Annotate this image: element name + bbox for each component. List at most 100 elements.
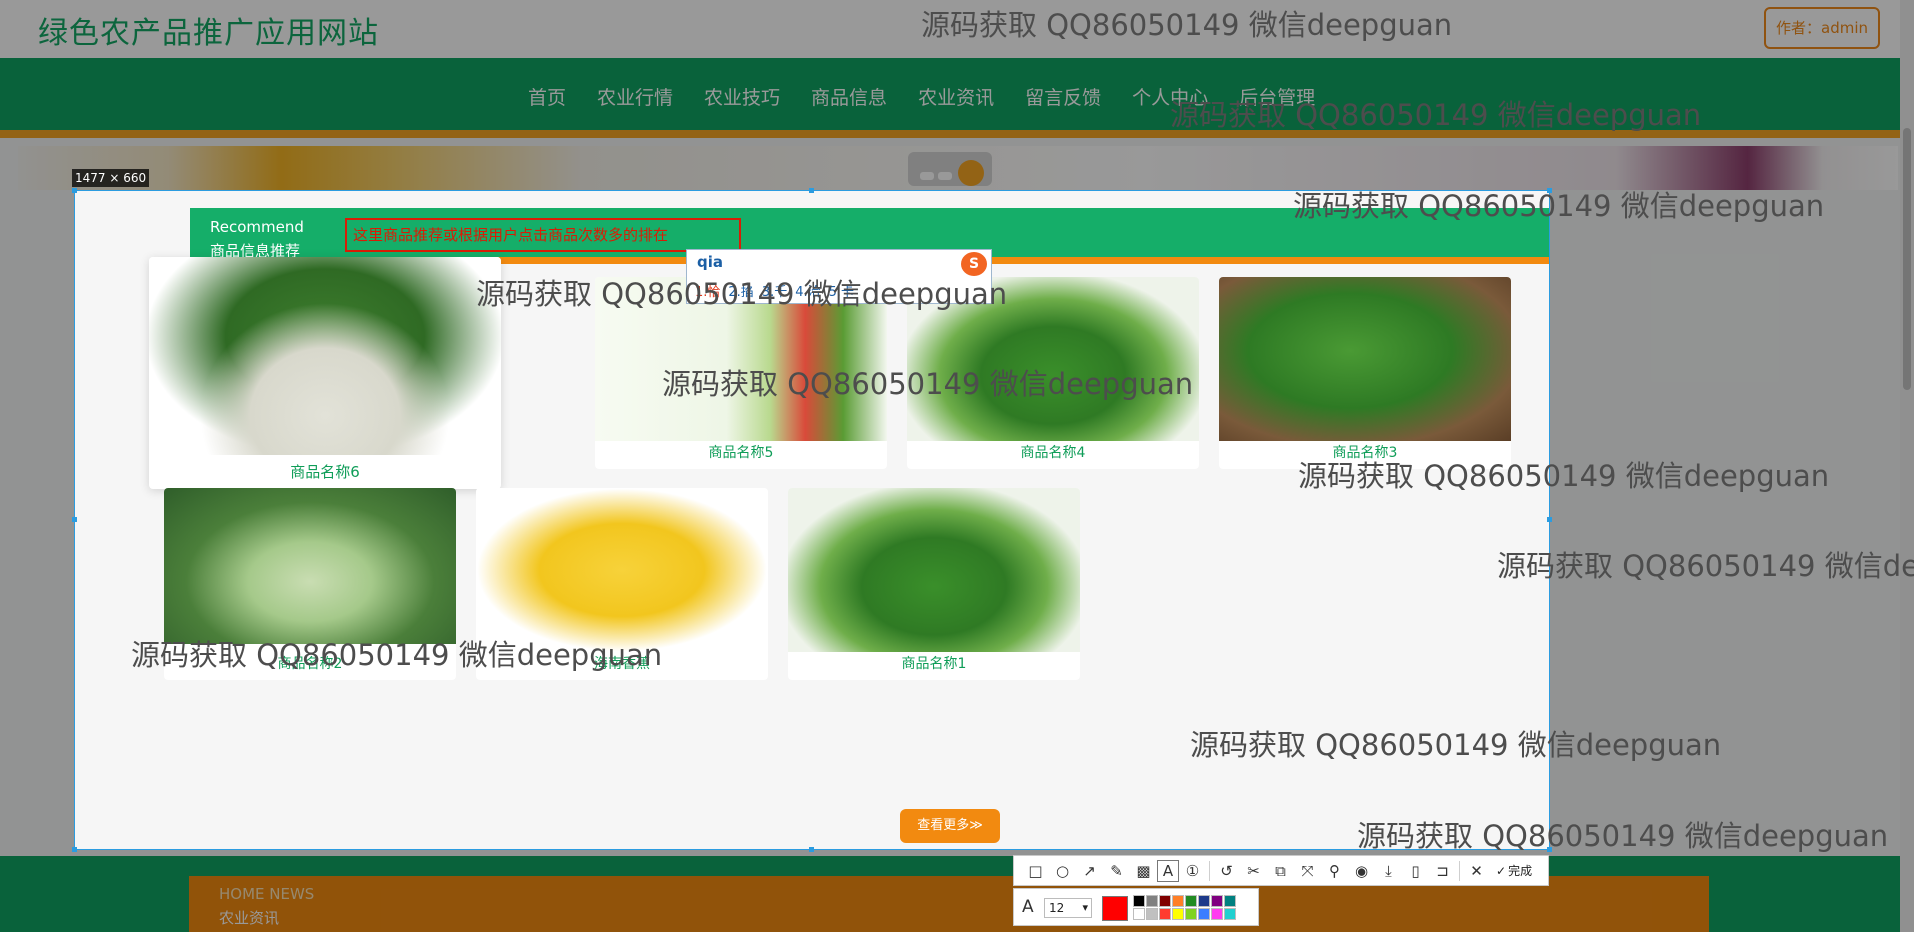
color-swatch[interactable] (1133, 908, 1145, 920)
product-name[interactable]: 海南香蕉 (476, 653, 768, 673)
product-name[interactable]: 商品名称6 (149, 461, 501, 482)
close-icon[interactable]: ✕ (1463, 857, 1490, 884)
product-image (1219, 277, 1511, 441)
annotation-toolbar: □ ○ ↗ ✎ ▩ A ① ↺ ✂ ⧉ ⤧ ⚲ ◉ ⤓ ▯ ⊐ ✕ ✓ 完成 (1013, 855, 1549, 886)
color-swatch[interactable] (1172, 908, 1184, 920)
ime-candidate[interactable]: 2.掐 (728, 281, 753, 300)
resize-handle[interactable] (72, 517, 77, 522)
toolbar-divider (1209, 860, 1210, 881)
nav-item-admin[interactable]: 后台管理 (1239, 83, 1315, 110)
page-scrollbar[interactable] (1900, 0, 1914, 932)
annotation-text-box[interactable]: 这里商品推荐或根据用户点击商品次数多的排在 (345, 218, 741, 252)
capture-size-label: 1477 × 660 (72, 169, 150, 187)
color-swatch[interactable] (1224, 908, 1236, 920)
product-name[interactable]: 商品名称4 (907, 442, 1199, 462)
watermark: 源码获取 QQ86050149 微信deepguan (1497, 549, 1914, 583)
product-image (164, 488, 456, 644)
site-header: 绿色农产品推广应用网站 作者：admin (0, 0, 1914, 58)
done-button[interactable]: ✓ 完成 (1490, 862, 1538, 879)
color-swatch[interactable] (1133, 895, 1145, 907)
pencil-icon[interactable]: ✎ (1103, 857, 1130, 884)
product-card[interactable]: 商品名称2 (164, 488, 456, 680)
phone-icon[interactable]: ▯ (1402, 857, 1429, 884)
banner-dot[interactable] (938, 172, 952, 180)
resize-handle[interactable] (809, 188, 814, 193)
resize-handle[interactable] (1547, 188, 1552, 193)
recommend-title-en: Recommend (210, 218, 304, 236)
translate-icon[interactable]: ⤧ (1294, 857, 1321, 884)
sogou-logo-icon: S (961, 252, 987, 276)
scissors-icon[interactable]: ✂ (1240, 857, 1267, 884)
rectangle-icon[interactable]: □ (1022, 857, 1049, 884)
nav-item-profile[interactable]: 个人中心 (1132, 83, 1208, 110)
color-swatch[interactable] (1159, 908, 1171, 920)
bookmark-icon[interactable]: ⊐ (1429, 857, 1456, 884)
color-swatch[interactable] (1172, 895, 1184, 907)
product-card[interactable]: 商品名称4 (907, 277, 1199, 469)
color-swatch[interactable] (1146, 895, 1158, 907)
ellipse-icon[interactable]: ○ (1049, 857, 1076, 884)
product-card[interactable]: 商品名称5 (595, 277, 887, 469)
done-label: 完成 (1508, 864, 1533, 878)
undo-icon[interactable]: ↺ (1213, 857, 1240, 884)
nav-item-home[interactable]: 首页 (528, 83, 566, 110)
download-icon[interactable]: ⤓ (1375, 857, 1402, 884)
arrow-icon[interactable]: ↗ (1076, 857, 1103, 884)
nav-item-news[interactable]: 农业资讯 (918, 83, 994, 110)
banner-dot[interactable] (920, 172, 934, 180)
resize-handle[interactable] (1547, 847, 1552, 852)
nav-item-products[interactable]: 商品信息 (811, 83, 887, 110)
footer-title: HOME NEWS (219, 885, 315, 903)
ime-candidate-popup[interactable]: qia S 1.恰 2.掐 3.千 4.洽 5.卡 (686, 249, 992, 304)
resize-handle[interactable] (809, 847, 814, 852)
color-swatch[interactable] (1146, 908, 1158, 920)
product-card[interactable]: 商品名称3 (1219, 277, 1511, 469)
footer: HOME NEWS 农业资讯 (0, 856, 1914, 932)
ime-candidate[interactable]: 3.千 (762, 281, 787, 300)
check-icon: ✓ (1496, 863, 1507, 878)
resize-handle[interactable] (72, 188, 77, 193)
product-card[interactable]: 海南香蕉 (476, 488, 768, 680)
color-swatch[interactable] (1159, 895, 1171, 907)
record-icon[interactable]: ◉ (1348, 857, 1375, 884)
color-swatch[interactable] (1185, 895, 1197, 907)
product-card[interactable]: 商品名称1 (788, 488, 1080, 680)
view-more-button[interactable]: 查看更多≫ (900, 809, 1000, 843)
color-swatch[interactable] (1185, 908, 1197, 920)
site-title[interactable]: 绿色农产品推广应用网站 (38, 8, 379, 52)
product-name[interactable]: 商品名称3 (1219, 442, 1511, 462)
current-color-swatch[interactable] (1102, 896, 1128, 921)
resize-handle[interactable] (1547, 517, 1552, 522)
ime-candidate[interactable]: 5.卡 (829, 281, 854, 300)
resize-handle[interactable] (72, 847, 77, 852)
ime-candidate[interactable]: 1.恰 (695, 281, 720, 300)
style-palette: A 12 (1013, 888, 1259, 926)
color-swatch[interactable] (1198, 908, 1210, 920)
scrollbar-thumb[interactable] (1903, 128, 1911, 390)
nav-item-feedback[interactable]: 留言反馈 (1025, 83, 1101, 110)
toolbar-divider (1459, 860, 1460, 881)
product-card-hovered[interactable]: 商品名称6 (149, 257, 501, 489)
nav-item-tips[interactable]: 农业技巧 (704, 83, 780, 110)
mosaic-icon[interactable]: ▩ (1130, 857, 1157, 884)
nav-list: 首页 农业行情 农业技巧 商品信息 农业资讯 留言反馈 个人中心 后台管理 (528, 83, 1346, 110)
color-swatch[interactable] (1211, 895, 1223, 907)
footer-subtitle[interactable]: 农业资讯 (219, 907, 279, 928)
banner-pager (908, 152, 992, 186)
author-button[interactable]: 作者：admin (1764, 7, 1880, 49)
ime-candidate[interactable]: 4.洽 (795, 281, 820, 300)
number-icon[interactable]: ① (1179, 857, 1206, 884)
color-swatch[interactable] (1198, 895, 1210, 907)
color-swatch[interactable] (1211, 908, 1223, 920)
font-size-select[interactable]: 12 (1044, 898, 1092, 918)
nav-item-market[interactable]: 农业行情 (597, 83, 673, 110)
product-image (788, 488, 1080, 652)
pin-icon[interactable]: ⚲ (1321, 857, 1348, 884)
product-name[interactable]: 商品名称1 (788, 653, 1080, 673)
ocr-icon[interactable]: ⧉ (1267, 857, 1294, 884)
banner-dot-active[interactable] (958, 160, 984, 186)
text-icon[interactable]: A (1157, 859, 1179, 882)
color-swatch[interactable] (1224, 895, 1236, 907)
product-name[interactable]: 商品名称2 (164, 653, 456, 673)
product-name[interactable]: 商品名称5 (595, 442, 887, 462)
